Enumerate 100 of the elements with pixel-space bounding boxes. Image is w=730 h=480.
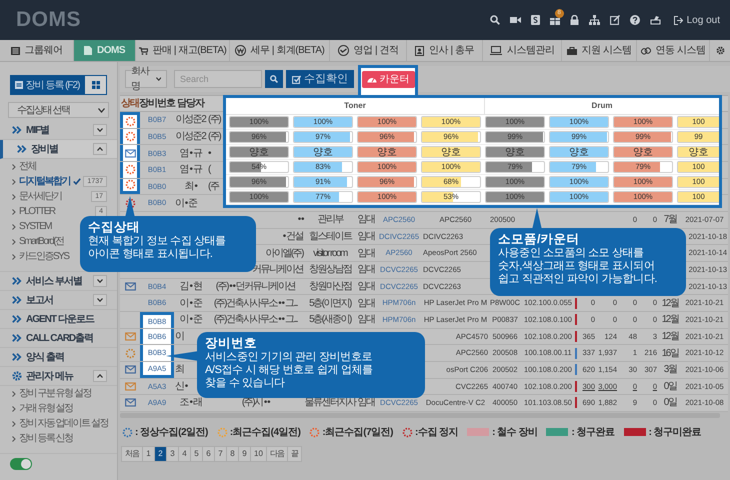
status-select[interactable]: 수집상태 선택 [8, 102, 109, 118]
submenu-label: 카드인증SYS [19, 250, 69, 264]
grid-icon [92, 81, 100, 89]
lock-icon[interactable] [570, 15, 579, 25]
table-cell-text: 임대 [358, 246, 374, 261]
page-button[interactable]: 3 [166, 446, 179, 462]
page-button[interactable]: 8 [226, 446, 239, 462]
submenu-label: SmartBord(전 [19, 235, 64, 249]
table-cell-text: 이 • 준 [180, 296, 202, 311]
table-cell-text: 7월 [664, 213, 676, 228]
document-icon [84, 46, 92, 55]
sidebar-menu-item[interactable]: 서비스 부서별 [0, 272, 117, 291]
menu-label: 양식 출력 [26, 350, 64, 364]
page-button[interactable]: 다음 [266, 446, 288, 462]
submenu-item[interactable]: PLOTTER [12, 204, 55, 219]
page-button[interactable]: 7 [214, 446, 227, 462]
table-cell-text: 이 • 준 [180, 313, 202, 328]
menu-label: 장비별 [31, 142, 58, 156]
table-cell-text: (주) [208, 113, 220, 128]
table-cell-text: 창원상남점 [308, 263, 352, 278]
scrollbar[interactable] [120, 412, 720, 418]
nav-tab[interactable]: 지원 시스템 [562, 40, 637, 61]
legend-label: :최근수집(7일전) [322, 426, 393, 440]
level-label: 양호 [440, 147, 462, 157]
submenu-label: 디지털복합기 [19, 175, 70, 189]
chevron-right-icon [12, 194, 16, 200]
page-button[interactable]: 1 [142, 446, 155, 462]
table-cell-text: 커뮤니케이션 [252, 263, 303, 278]
table-cell-text: 김 • 현 [180, 280, 202, 294]
submenu-item[interactable]: 카드인증SYS [12, 249, 69, 264]
expand-toggle[interactable] [93, 143, 107, 155]
nav-tab[interactable]: 세무 | 회계(BETA) [230, 40, 330, 61]
search-field[interactable]: Search [174, 70, 262, 88]
search-button[interactable] [265, 70, 283, 88]
submenu-item[interactable]: 거래 유형 설정 [12, 401, 73, 416]
counter-button[interactable]: 카운터 [362, 71, 414, 88]
chevron-right-icon [12, 238, 16, 244]
chevron-up-icon [97, 147, 103, 151]
submenu-item[interactable]: 장비 등록 신청 [12, 431, 73, 446]
submenu-label: 전체 [19, 160, 36, 174]
group-header: Toner [226, 98, 485, 114]
chevron-up-icon [97, 374, 103, 378]
submenu-label: PLOTTER [19, 205, 55, 219]
edit-icon[interactable] [610, 15, 620, 25]
submenu-item[interactable]: SYSTEM [12, 219, 52, 234]
nav-tab[interactable]: 영업 | 견적 [330, 40, 407, 61]
page-button[interactable]: 6 [202, 446, 215, 462]
toggle-switch[interactable] [10, 458, 32, 470]
help-icon[interactable] [630, 15, 640, 25]
nav-tab[interactable]: 판매 | 재고(BETA) [136, 40, 230, 61]
page-button[interactable]: 2 [154, 446, 167, 462]
level-label: 양호 [632, 147, 654, 157]
table-cell-text: 이성준2 [176, 130, 206, 144]
submenu-item[interactable]: SmartBord(전 [12, 234, 64, 249]
nav-tab[interactable]: 시스템관리 [483, 40, 562, 61]
page-button[interactable]: 끝 [286, 446, 302, 462]
sidebar-menu-item[interactable]: 보고서 [0, 291, 117, 310]
dollar-document-icon[interactable] [530, 15, 540, 25]
sidebar-menu-item[interactable]: 관리자 메뉴 [0, 367, 117, 386]
page-button[interactable]: 4 [178, 446, 191, 462]
gift-icon[interactable] [550, 15, 560, 25]
table-cell-text: 12월 [662, 330, 678, 344]
page-button[interactable]: 10 [250, 446, 267, 462]
search-icon[interactable] [490, 15, 500, 25]
menu-label: AGENT 다운로드 [26, 312, 94, 326]
expand-toggle[interactable] [93, 370, 107, 382]
grid-view-button[interactable] [84, 75, 107, 95]
sidebar-menu-item[interactable]: 장비별 [0, 140, 117, 159]
table-cell-text: 0일 [664, 380, 676, 394]
video-camera-icon[interactable] [510, 16, 521, 24]
submenu-item[interactable]: 디지털복합기 [12, 174, 81, 189]
sitemap-icon[interactable] [588, 15, 600, 25]
table-cell-text: (주 [208, 180, 218, 194]
settings-icon[interactable] [716, 46, 725, 55]
level-label: 양호 [504, 147, 526, 157]
submenu-item[interactable]: 전체 [12, 159, 36, 174]
nav-tab[interactable]: 연동 시스템 [637, 40, 710, 61]
register-button[interactable]: 장비 등록 (F2) [10, 75, 84, 95]
expand-toggle[interactable] [93, 124, 107, 136]
sidebar-menu-item[interactable]: 양식 출력 [0, 348, 117, 367]
submenu-item[interactable]: 문서세단기 [12, 189, 62, 204]
confirm-button[interactable]: 수집확인 [286, 70, 354, 88]
expand-toggle[interactable] [93, 275, 107, 287]
double-chevron-icon [12, 277, 22, 285]
nav-tab[interactable]: 인사 | 총무 [407, 40, 483, 61]
nav-tab[interactable]: DOMS [74, 40, 136, 61]
sidebar-menu-item[interactable]: CALL CARD출력 [0, 329, 117, 348]
level-label: 양호 [568, 147, 590, 157]
logout-link[interactable]: Log out [674, 12, 720, 28]
chevron-down-icon [97, 298, 103, 302]
page-button[interactable]: 9 [238, 446, 251, 462]
table-cell-text: (주)시 • • [242, 396, 270, 410]
checkbox-icon [292, 74, 301, 84]
page-button[interactable]: 5 [190, 446, 203, 462]
page-button[interactable]: 처음 [121, 446, 143, 462]
sidebar-menu-item[interactable]: AGENT 다운로드 [0, 310, 117, 329]
double-chevron-icon [12, 296, 22, 304]
expand-toggle[interactable] [93, 294, 107, 306]
table-cell-text: 최 [175, 363, 184, 378]
chevron-right-icon [12, 436, 16, 442]
